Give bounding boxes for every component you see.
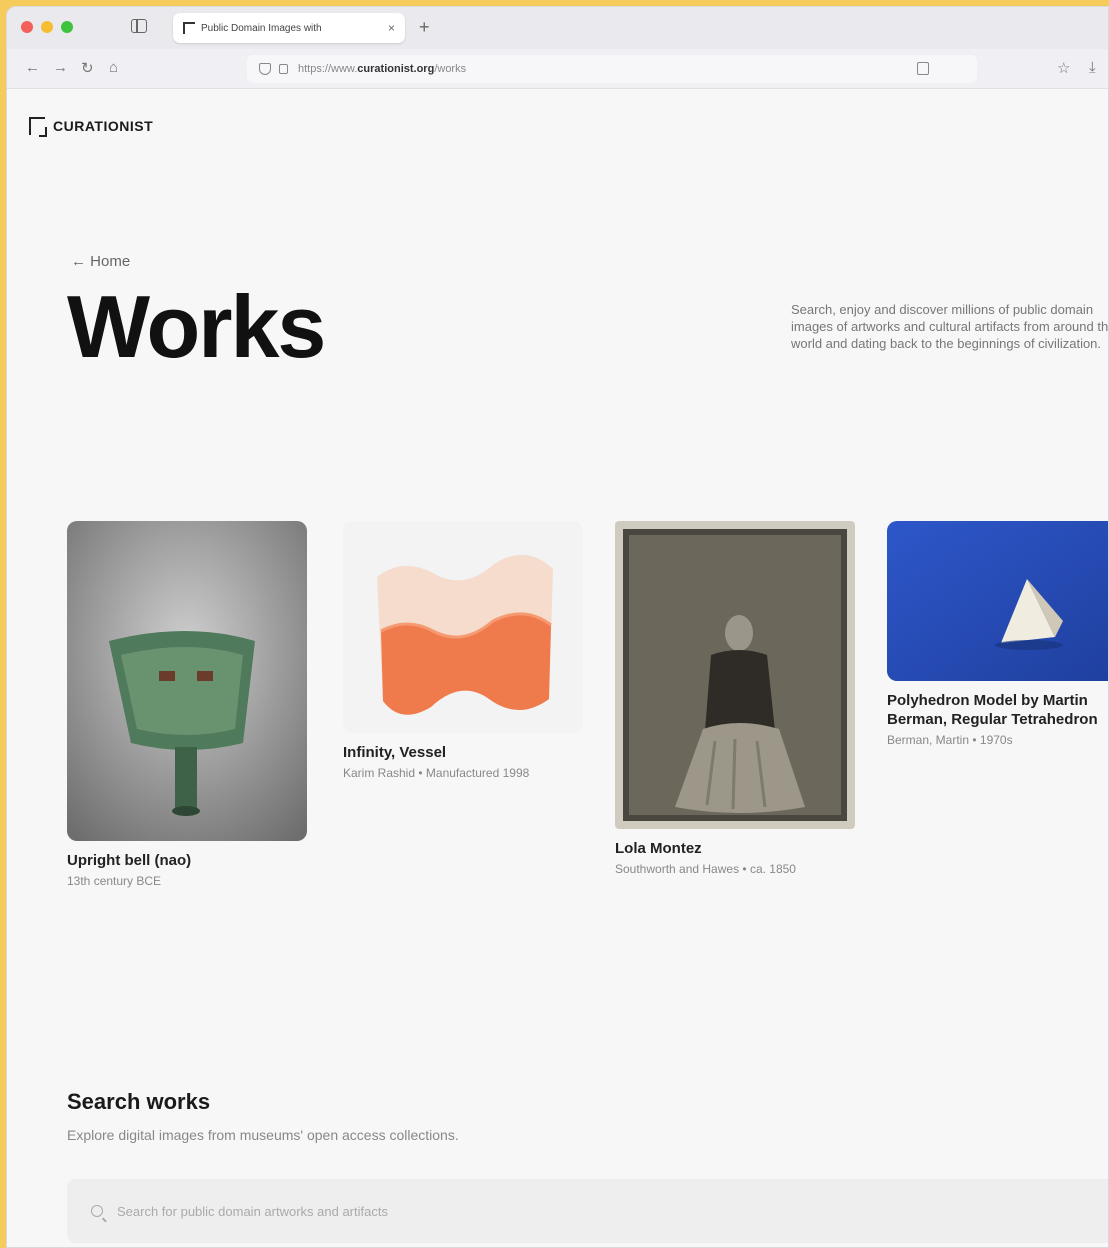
logo-mark-icon [29,117,47,137]
favicon-icon [183,22,195,34]
tab-title: Public Domain Images with [201,22,322,34]
search-subtitle: Explore digital images from museums' ope… [67,1127,459,1143]
home-icon[interactable]: ⌂ [109,59,118,76]
page-title: Works [67,277,326,376]
minimize-window-button[interactable] [41,21,53,33]
search-icon [91,1205,103,1217]
tab-strip: Public Domain Images with × + [7,7,1108,49]
back-arrow-icon[interactable]: ← [25,59,40,76]
browser-window: Public Domain Images with × + ← → ↻ ⌂ ht… [6,6,1109,1248]
work-image[interactable] [615,521,855,829]
work-meta: Karim Rashid • Manufactured 1998 [343,766,530,780]
close-window-button[interactable] [21,21,33,33]
lock-icon[interactable] [279,64,288,74]
search-box[interactable] [67,1179,1108,1243]
work-image[interactable] [887,521,1108,681]
browser-tab[interactable]: Public Domain Images with × [173,13,405,43]
search-input[interactable] [117,1203,717,1219]
shield-icon[interactable] [259,63,271,75]
home-back-link[interactable]: ← Home [71,253,130,270]
work-card[interactable]: Infinity, Vessel Karim Rashid • Manufact… [343,521,583,781]
page-content: CURATIONIST ← Home Works Search, enjoy a… [7,89,1109,1247]
work-title[interactable]: Polyhedron Model by Martin Berman, Regul… [887,691,1108,729]
logo-text: CURATIONIST [53,118,154,134]
work-meta: 13th century BCE [67,874,162,888]
sidebar-toggle-icon[interactable] [131,19,147,33]
url-text: https://www.curationist.org/works [298,63,467,75]
page-intro: Search, enjoy and discover millions of p… [791,302,1109,351]
work-image[interactable] [67,521,307,841]
work-title[interactable]: Lola Montez [615,839,855,858]
work-title[interactable]: Infinity, Vessel [343,743,583,762]
work-card[interactable]: Upright bell (nao) 13th century BCE [67,521,307,889]
bookmark-star-icon[interactable]: ☆ [1057,59,1070,77]
site-logo[interactable]: CURATIONIST [29,117,154,137]
navigation-bar: ← → ↻ ⌂ https://www.curationist.org/work… [7,49,1108,89]
work-card[interactable]: Polyhedron Model by Martin Berman, Regul… [887,521,1108,748]
reload-icon[interactable]: ↻ [81,59,94,77]
window-controls [21,21,73,33]
new-tab-button[interactable]: + [419,17,430,38]
tab-close-icon[interactable]: × [388,21,395,35]
search-heading: Search works [67,1089,211,1114]
work-title[interactable]: Upright bell (nao) [67,851,307,870]
work-meta: Southworth and Hawes • ca. 1850 [615,862,796,876]
forward-arrow-icon[interactable]: → [53,59,68,76]
download-icon[interactable]: ⤓ [1089,59,1096,76]
work-card[interactable]: Lola Montez Southworth and Hawes • ca. 1… [615,521,855,877]
reader-view-icon[interactable] [917,62,929,75]
address-bar[interactable]: https://www.curationist.org/works [247,55,977,83]
work-image[interactable] [343,521,583,733]
maximize-window-button[interactable] [61,21,73,33]
work-meta: Berman, Martin • 1970s [887,733,1013,747]
